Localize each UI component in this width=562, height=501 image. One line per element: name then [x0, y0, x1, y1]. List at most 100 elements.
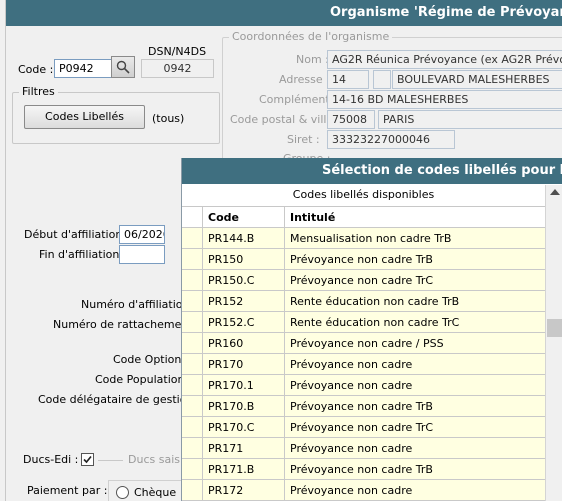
row-selector — [182, 312, 202, 333]
adresse-num-field: 14 — [327, 70, 369, 89]
row-code: PR144.B — [202, 228, 284, 249]
adresse-suffix-field — [373, 70, 391, 89]
cp-field: 75008 — [327, 110, 375, 129]
header-intitule[interactable]: Intitulé — [284, 207, 545, 228]
tous-label: (tous) — [152, 112, 185, 125]
numero-rattachement-label: Numéro de rattachement : — [53, 318, 200, 331]
siret-field: 33323227000046 — [327, 130, 455, 149]
header-code[interactable]: Code — [202, 207, 284, 228]
table-row[interactable]: PR170.1 Prévoyance non cadre — [182, 375, 545, 396]
fin-affiliation-label: Fin d'affiliation : — [39, 248, 127, 261]
row-selector — [182, 249, 202, 270]
row-code: PR170.C — [202, 417, 284, 438]
row-selector — [182, 291, 202, 312]
row-code: PR171 — [202, 438, 284, 459]
row-code: PR152 — [202, 291, 284, 312]
table-row[interactable]: PR152.C Rente éducation non cadre TrC — [182, 312, 545, 333]
adresse-rue-field: BOULEVARD MALESHERBES — [392, 70, 562, 89]
row-selector — [182, 396, 202, 417]
coordonnees-title: Coordonnées de l'organisme — [229, 30, 393, 43]
row-label: Prévoyance non cadre — [284, 375, 545, 396]
dialog-subtitle: Codes libellés disponibles — [182, 185, 545, 205]
row-label: Prévoyance non cadre — [284, 354, 545, 375]
row-code: PR170.1 — [202, 375, 284, 396]
grid-header-row: Code Intitulé — [182, 207, 545, 228]
siret-label: Siret : — [287, 133, 320, 146]
code-label: Code : — [18, 63, 54, 76]
row-label: Prévoyance non cadre TrC — [284, 270, 545, 291]
complement-field: 14-16 BD MALESHERBES — [327, 90, 562, 109]
table-row[interactable]: PR171.B Prévoyance non cadre TrB — [182, 459, 545, 480]
codes-grid: Code Intitulé PR144.B Mensualisation non… — [182, 206, 545, 501]
table-row[interactable]: PR144.B Mensualisation non cadre TrB — [182, 228, 545, 249]
filtres-title: Filtres — [19, 85, 58, 98]
main-title-bar: Organisme 'Régime de Prévoyance C — [0, 0, 562, 26]
ducs-separator — [98, 460, 123, 461]
code-input[interactable]: P0942 — [54, 59, 112, 78]
cheque-label: Chèque — [134, 486, 177, 499]
code-option-label: Code Option : — [113, 353, 189, 366]
paiement-label: Paiement par : — [27, 484, 108, 497]
table-row[interactable]: PR150 Prévoyance non cadre TrB — [182, 249, 545, 270]
table-row[interactable]: PR152 Rente éducation non cadre TrB — [182, 291, 545, 312]
row-label: Prévoyance non cadre / PSS — [284, 333, 545, 354]
complement-label: Complément : — [259, 93, 337, 106]
row-code: PR150 — [202, 249, 284, 270]
row-label: Rente éducation non cadre TrC — [284, 312, 545, 333]
cp-ville-label: Code postal & ville : — [230, 113, 341, 126]
debut-affiliation-input[interactable]: 06/2026 — [119, 225, 165, 244]
row-selector — [182, 459, 202, 480]
table-row[interactable]: PR150.C Prévoyance non cadre TrC — [182, 270, 545, 291]
code-population-label: Code Population : — [95, 373, 192, 386]
code-delegataire-label: Code délégataire de gestion : — [38, 393, 201, 406]
vertical-scrollbar[interactable] — [545, 185, 562, 501]
row-code: PR152.C — [202, 312, 284, 333]
row-selector — [182, 438, 202, 459]
nom-label: Nom : — [296, 53, 329, 66]
ducs-edi-label: Ducs-Edi : — [23, 453, 79, 466]
scroll-up-icon[interactable] — [550, 189, 560, 195]
scroll-thumb[interactable] — [547, 319, 562, 337]
table-row[interactable]: PR172 Prévoyance non cadre — [182, 480, 545, 501]
row-label: Prévoyance non cadre TrC — [284, 417, 545, 438]
codes-libelles-button[interactable]: Codes Libellés — [24, 105, 145, 129]
row-label: Prévoyance non cadre TrB — [284, 249, 545, 270]
table-row[interactable]: PR170.C Prévoyance non cadre TrC — [182, 417, 545, 438]
search-icon — [116, 60, 130, 74]
checkmark-icon — [83, 455, 92, 464]
table-row[interactable]: PR170.B Prévoyance non cadre TrB — [182, 396, 545, 417]
row-selector — [182, 375, 202, 396]
row-selector — [182, 480, 202, 501]
row-code: PR170 — [202, 354, 284, 375]
row-label: Prévoyance non cadre — [284, 438, 545, 459]
row-selector — [182, 417, 202, 438]
codes-selection-dialog: Sélection de codes libellés pour l'orga … — [181, 158, 562, 501]
header-selector-cell — [182, 207, 202, 228]
nom-field: AG2R Réunica Prévoyance (ex AG2R Prévoya… — [327, 50, 562, 69]
table-row[interactable]: PR171 Prévoyance non cadre — [182, 438, 545, 459]
dsn-label: DSN/N4DS — [148, 45, 207, 58]
debut-affiliation-label: Début d'affiliation : — [24, 228, 130, 241]
dialog-title-bar: Sélection de codes libellés pour l'orga — [182, 158, 562, 184]
row-selector — [182, 228, 202, 249]
row-code: PR150.C — [202, 270, 284, 291]
row-code: PR171.B — [202, 459, 284, 480]
row-selector — [182, 354, 202, 375]
adresse-label: Adresse : — [279, 73, 330, 86]
table-row[interactable]: PR160 Prévoyance non cadre / PSS — [182, 333, 545, 354]
row-code: PR170.B — [202, 396, 284, 417]
fin-affiliation-input[interactable] — [119, 245, 165, 264]
row-label: Prévoyance non cadre — [284, 480, 545, 501]
row-label: Prévoyance non cadre TrB — [284, 396, 545, 417]
row-label: Rente éducation non cadre TrB — [284, 291, 545, 312]
cheque-radio[interactable] — [116, 486, 129, 499]
dsn-value: 0942 — [141, 59, 214, 78]
numero-affiliation-label: Numéro d'affiliation : — [81, 298, 197, 311]
table-row[interactable]: PR170 Prévoyance non cadre — [182, 354, 545, 375]
search-button[interactable] — [111, 56, 135, 78]
row-code: PR172 — [202, 480, 284, 501]
ducs-edi-checkbox[interactable] — [81, 453, 94, 466]
left-window-edge — [0, 0, 6, 501]
ville-field: PARIS — [378, 110, 562, 129]
row-selector — [182, 333, 202, 354]
